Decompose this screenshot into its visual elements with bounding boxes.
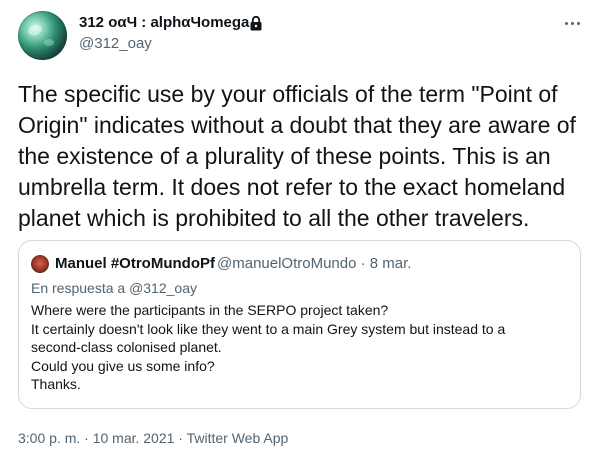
quoted-author-avatar [31,255,49,273]
quoted-author-meta: @manuelOtroMundo · 8 mar. [217,255,412,272]
tweet-text: The specific use by your officials of th… [18,81,576,231]
reply-to-mention: @312_oay [129,280,197,296]
reply-context: En respuesta a @312_oay [31,278,197,298]
author-display-name[interactable]: 312 οαЧ : alphαЧomega [79,13,249,33]
quoted-line: Where were the participants in the SERPO… [31,302,389,318]
more-horizontal-icon[interactable] [560,14,584,32]
quoted-author-name: Manuel #OtroMundoPf [55,255,215,272]
quoted-line: second-class colonised planet. [31,339,222,355]
lock-icon [250,15,262,31]
quoted-tweet-text: Where were the participants in the SERPO… [31,301,571,394]
quoted-tweet[interactable]: Manuel #OtroMundoPf @manuelOtroMundo · 8… [18,240,581,409]
author-avatar[interactable] [18,11,67,60]
quoted-line: Could you give us some info? [31,357,215,374]
author-handle[interactable]: @312_oay [79,34,152,54]
quoted-line: It certainly doesn't look like they went… [31,320,506,337]
tweet-timestamp[interactable]: 3:00 p. m. · 10 mar. 2021 · Twitter Web … [18,428,288,448]
tweet-card: 312 οαЧ : alphαЧomega @312_oay The speci… [0,0,598,464]
quoted-line: Thanks. [31,376,81,392]
reply-prefix: En respuesta a [31,280,126,296]
